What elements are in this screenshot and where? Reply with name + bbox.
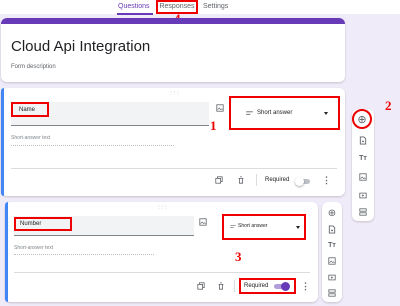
question-type-select-2[interactable]: Short answer [222, 214, 306, 240]
form-title[interactable]: Cloud Api Integration [11, 38, 150, 55]
floating-toolbar-2: ⊕ Tт [322, 202, 342, 302]
dropdown-arrow-icon-2 [296, 226, 300, 229]
add-title-icon-2[interactable]: Tт [326, 240, 338, 250]
tab-responses-label: Responses [159, 3, 195, 10]
answer-placeholder: Short-answer text [11, 135, 51, 141]
answer-underline-2 [14, 254, 154, 255]
answer-underline [11, 145, 174, 146]
drag-handle-icon[interactable]: ⋮⋮⋮ [169, 90, 180, 95]
tab-questions[interactable]: Questions [118, 3, 150, 10]
add-image-icon[interactable] [215, 103, 225, 113]
question-title-2: Number [20, 221, 42, 227]
footer-separator-2 [234, 280, 235, 292]
add-section-icon-2[interactable] [327, 288, 337, 298]
required-toggle-2[interactable] [274, 282, 290, 291]
delete-icon[interactable] [236, 175, 246, 185]
required-label: Required [265, 177, 290, 183]
answer-placeholder-2: Short-answer text [14, 245, 54, 251]
add-image-icon-2[interactable] [198, 217, 208, 227]
tab-settings[interactable]: Settings [203, 3, 228, 10]
question-card-2[interactable]: ⋮⋮⋮ Number Short answer Short-answer tex… [5, 202, 318, 302]
import-questions-icon-2[interactable] [327, 224, 337, 234]
add-image-toolbar-icon[interactable] [358, 172, 368, 182]
annotation-2: 2 [385, 98, 392, 113]
question-type-label-2: Short answer [238, 223, 268, 229]
short-answer-icon [245, 110, 253, 116]
add-video-icon-2[interactable] [327, 272, 337, 282]
add-title-icon[interactable]: Tт [357, 153, 369, 163]
add-question-icon[interactable]: ⊕ [355, 112, 369, 126]
required-toggle-knob-2 [281, 282, 290, 291]
footer-divider [11, 168, 337, 169]
required-toggle-knob [295, 177, 304, 186]
required-label-2: Required [244, 283, 269, 289]
form-description[interactable]: Form description [11, 64, 56, 70]
tab-bar [0, 0, 400, 14]
question-title: Name [19, 107, 36, 113]
import-questions-icon[interactable] [358, 135, 368, 145]
more-options-icon-2[interactable]: ⋮ [301, 281, 310, 292]
question-type-label: Short answer [257, 110, 293, 116]
annotation-3: 3 [235, 249, 242, 264]
short-answer-icon-2 [230, 224, 236, 229]
footer-divider-2 [14, 272, 310, 273]
dropdown-arrow-icon [324, 112, 328, 115]
add-video-icon[interactable] [358, 190, 368, 200]
tab-questions-underline [117, 13, 153, 15]
question-card-1[interactable]: ⋮⋮⋮ Name Short answer 1 Short-answer tex… [1, 88, 345, 196]
duplicate-icon-2[interactable] [196, 281, 206, 291]
footer-separator [256, 174, 257, 186]
add-image-toolbar-icon-2[interactable] [327, 256, 337, 266]
question-type-select[interactable]: Short answer [229, 96, 340, 130]
active-question-bar-2 [5, 202, 8, 302]
add-section-icon[interactable] [358, 207, 368, 217]
more-options-icon[interactable]: ⋮ [322, 175, 331, 186]
delete-icon-2[interactable] [216, 281, 226, 291]
add-question-icon-2[interactable]: ⊕ [325, 206, 339, 220]
floating-toolbar: ⊕ Tт [352, 109, 374, 221]
active-question-bar [1, 88, 4, 196]
drag-handle-icon-2[interactable]: ⋮⋮⋮ [157, 204, 168, 209]
form-title-card: Cloud Api Integration Form description [1, 18, 345, 82]
required-toggle[interactable] [295, 177, 310, 186]
annotation-1: 1 [210, 118, 217, 133]
duplicate-icon[interactable] [214, 175, 224, 185]
